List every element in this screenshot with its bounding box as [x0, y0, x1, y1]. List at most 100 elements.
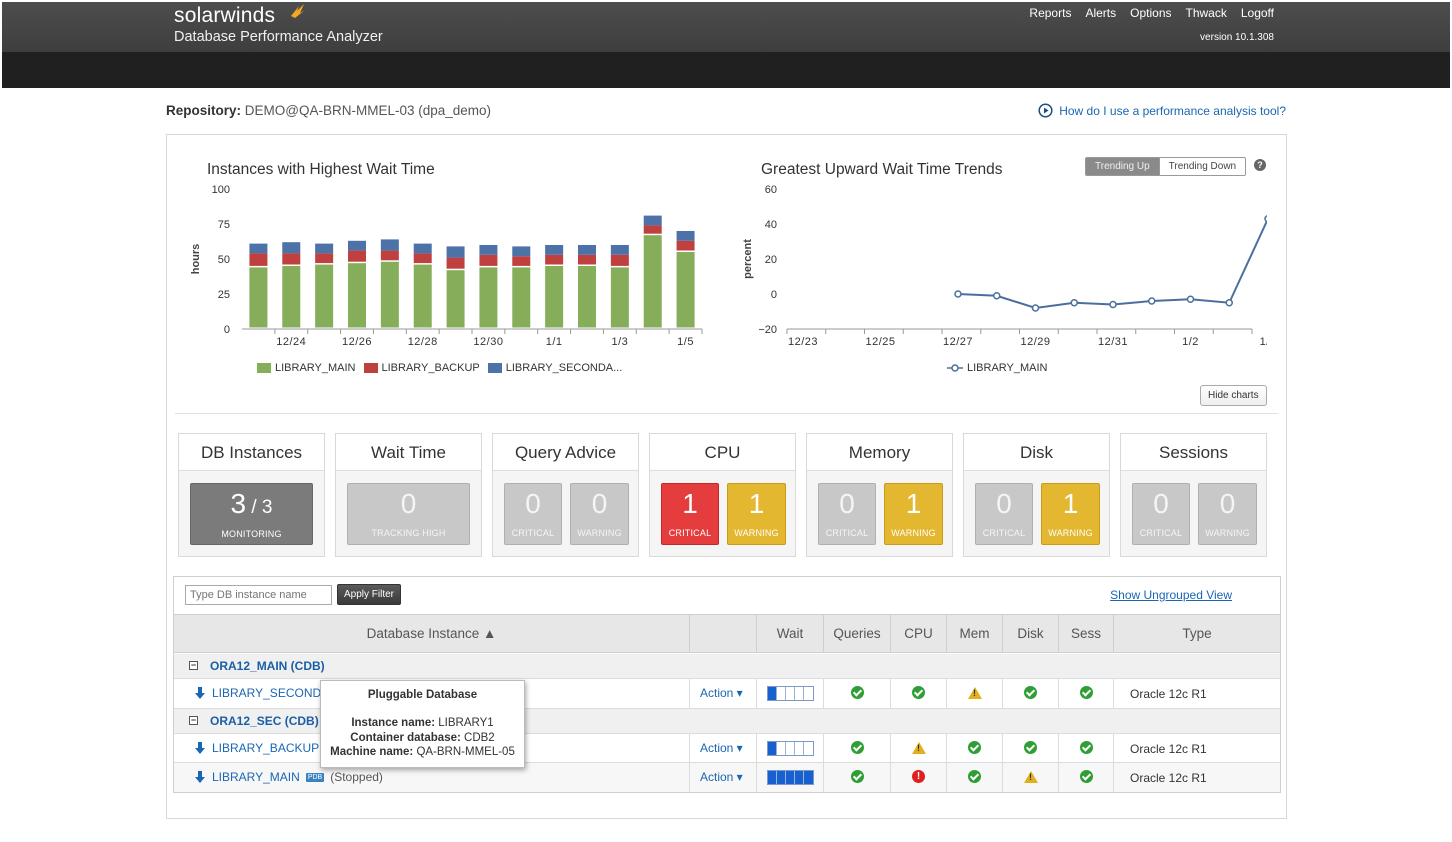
- apply-filter-button[interactable]: Apply Filter: [337, 584, 402, 605]
- tile-warning[interactable]: 0 WARNING: [1198, 483, 1257, 545]
- app-header: solarwinds Database Performance Analyzer…: [2, 2, 1450, 88]
- data-point: [993, 292, 1001, 300]
- ok-check-icon[interactable]: [968, 770, 981, 783]
- legend-item-library-backup[interactable]: LIBRARY_BACKUP: [363, 362, 480, 374]
- instance-link[interactable]: LIBRARY_SECOND: [194, 686, 321, 700]
- hide-charts-button[interactable]: Hide charts: [1200, 385, 1267, 406]
- bar-segment: [545, 266, 564, 328]
- instance-filter-input[interactable]: [185, 585, 332, 605]
- bar-segment: [479, 254, 498, 266]
- tile-warning[interactable]: 1 WARNING: [884, 483, 943, 545]
- tile-tracking-high[interactable]: 0 TRACKING HIGH: [347, 483, 470, 545]
- wait-meter: [767, 770, 814, 785]
- tile-label: TRACKING HIGH: [371, 528, 446, 538]
- collapse-toggle-icon[interactable]: −: [189, 661, 198, 670]
- ok-check-icon[interactable]: [1080, 770, 1093, 783]
- ok-check-icon[interactable]: [851, 686, 864, 699]
- x-tick-label: 12/28: [408, 336, 438, 348]
- bar-segment: [545, 254, 564, 265]
- card-memory: Memory 0 CRITICAL 1 WARNING: [806, 433, 953, 557]
- legend-item-library-secondary[interactable]: LIBRARY_SECONDA...: [487, 362, 622, 374]
- help-link[interactable]: How do I use a performance analysis tool…: [1038, 103, 1286, 118]
- nav-thwack[interactable]: Thwack: [1186, 6, 1227, 20]
- bar-segment: [380, 250, 399, 261]
- y-axis-label: hours: [190, 244, 202, 275]
- trending-down-button[interactable]: Trending Down: [1158, 158, 1246, 175]
- bar-segment: [610, 267, 629, 328]
- ok-check-icon[interactable]: [912, 686, 925, 699]
- col-disk[interactable]: Disk: [1003, 615, 1059, 653]
- card-title: CPU: [650, 434, 795, 471]
- action-dropdown[interactable]: Action ▾: [700, 686, 743, 700]
- tile-warning[interactable]: 1 WARNING: [727, 483, 786, 545]
- warning-triangle-icon[interactable]: [912, 742, 926, 754]
- col-database-instance[interactable]: Database Instance ▲: [174, 615, 690, 653]
- x-tick-label: 12/31: [1098, 336, 1128, 348]
- col-queries[interactable]: Queries: [824, 615, 891, 653]
- ok-check-icon[interactable]: [1024, 686, 1037, 699]
- nav-logoff[interactable]: Logoff: [1241, 6, 1274, 20]
- group-name: ORA12_SEC (CDB): [210, 714, 319, 728]
- nav-options[interactable]: Options: [1130, 6, 1171, 20]
- x-tick-label: 12/26: [342, 336, 372, 348]
- top-nav: Reports Alerts Options Thwack Logoff: [1029, 6, 1274, 20]
- x-tick-label: 1/1: [546, 336, 563, 348]
- ok-check-icon[interactable]: [1024, 741, 1037, 754]
- bar-segment: [545, 245, 564, 255]
- card-title: DB Instances: [179, 434, 324, 471]
- tile-warning[interactable]: 0 WARNING: [570, 483, 629, 545]
- tile-number: 1: [682, 488, 698, 519]
- header-top-bar: solarwinds Database Performance Analyzer…: [2, 2, 1450, 52]
- tile-number: 1: [905, 488, 922, 519]
- legend-item-library-main[interactable]: LIBRARY_MAIN: [257, 362, 356, 374]
- group-row-ora12-main[interactable]: − ORA12_MAIN (CDB): [174, 654, 1280, 679]
- section-divider: [175, 413, 1278, 414]
- trending-up-button[interactable]: Trending Up: [1086, 158, 1159, 175]
- warning-triangle-icon[interactable]: [1024, 771, 1038, 783]
- nav-alerts[interactable]: Alerts: [1085, 6, 1116, 20]
- show-ungrouped-link[interactable]: Show Ungrouped View: [1110, 588, 1232, 602]
- bar-segment: [348, 263, 366, 328]
- tile-number: 0: [525, 488, 541, 519]
- col-type[interactable]: Type: [1114, 615, 1280, 653]
- action-dropdown[interactable]: Action ▾: [700, 770, 743, 784]
- col-cpu[interactable]: CPU: [891, 615, 947, 653]
- help-question-icon[interactable]: ?: [1254, 159, 1266, 171]
- bar-segment: [479, 245, 498, 255]
- action-dropdown[interactable]: Action ▾: [700, 741, 743, 755]
- x-tick-label: 1/4: [1260, 336, 1267, 348]
- col-sess[interactable]: Sess: [1059, 615, 1114, 653]
- warning-triangle-icon[interactable]: [968, 687, 982, 699]
- tile-critical[interactable]: 1 CRITICAL: [661, 483, 719, 545]
- tile-critical[interactable]: 0 CRITICAL: [1132, 483, 1190, 545]
- ok-check-icon[interactable]: [1080, 686, 1093, 699]
- collapse-toggle-icon[interactable]: −: [189, 716, 198, 725]
- col-mem[interactable]: Mem: [947, 615, 1003, 653]
- tile-critical[interactable]: 0 CRITICAL: [504, 483, 562, 545]
- ok-check-icon[interactable]: [851, 741, 864, 754]
- tile-critical[interactable]: 0 CRITICAL: [818, 483, 876, 545]
- repository-info: Repository: DEMO@QA-BRN-MMEL-03 (dpa_dem…: [166, 103, 491, 118]
- legend-item-library-main[interactable]: LIBRARY_MAIN: [947, 362, 1048, 374]
- critical-alert-icon[interactable]: !: [912, 770, 925, 783]
- nav-reports[interactable]: Reports: [1029, 6, 1071, 20]
- tile-warning[interactable]: 1 WARNING: [1041, 483, 1100, 545]
- brand-logo-text[interactable]: solarwinds: [174, 4, 275, 28]
- trend-toggle: Trending Up Trending Down: [1085, 157, 1247, 176]
- tile-critical[interactable]: 0 CRITICAL: [975, 483, 1033, 545]
- instance-link[interactable]: LIBRARY_MAIN PDB (Stopped): [194, 770, 383, 784]
- card-title: Query Advice: [493, 434, 638, 471]
- ok-check-icon[interactable]: [851, 770, 864, 783]
- tile-monitoring[interactable]: 3 / 3 MONITORING: [190, 483, 313, 545]
- col-wait[interactable]: Wait: [757, 615, 824, 653]
- bar-segment: [479, 267, 498, 328]
- data-point: [1109, 300, 1117, 309]
- tile-denominator: / 3: [246, 497, 273, 518]
- bar-segment: [413, 243, 432, 254]
- ok-check-icon[interactable]: [1080, 741, 1093, 754]
- pdb-badge[interactable]: PDB: [305, 772, 325, 782]
- bar-segment: [578, 254, 596, 265]
- ok-check-icon[interactable]: [968, 741, 981, 754]
- instance-link[interactable]: LIBRARY_BACKUP: [194, 741, 319, 755]
- action-cell: Action ▾: [690, 734, 757, 762]
